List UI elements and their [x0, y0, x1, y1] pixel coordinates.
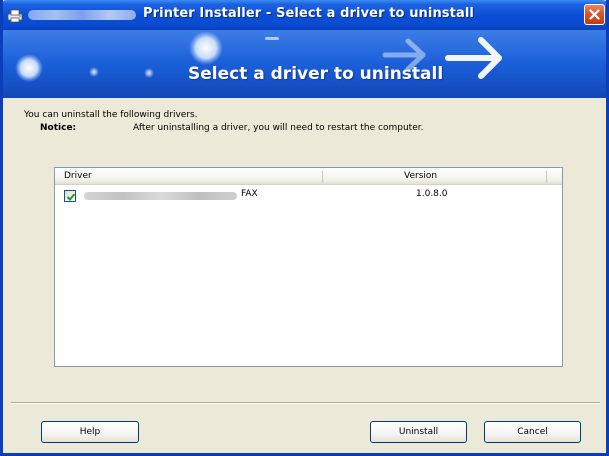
driver-name-redacted: [84, 192, 237, 200]
footer-divider: [11, 402, 600, 404]
title-bar[interactable]: Printer Installer - Select a driver to u…: [3, 0, 606, 30]
notice-row: Notice: After uninstalling a driver, you …: [40, 123, 423, 133]
list-header: Driver Version: [55, 168, 562, 185]
header-banner: Select a driver to uninstall: [3, 30, 606, 98]
column-header-version[interactable]: Version: [404, 168, 437, 185]
driver-checkbox[interactable]: [64, 190, 76, 202]
column-separator[interactable]: [322, 171, 323, 183]
printer-icon: [7, 7, 23, 23]
column-header-driver[interactable]: Driver: [64, 168, 92, 185]
title-redacted-name: [28, 10, 136, 20]
notice-label: Notice:: [40, 123, 77, 133]
window-title: Printer Installer - Select a driver to u…: [143, 6, 474, 21]
help-button[interactable]: Help: [41, 421, 139, 443]
banner-title: Select a driver to uninstall: [188, 64, 444, 84]
list-item[interactable]: FAX 1.0.8.0: [55, 188, 562, 203]
intro-text: You can uninstall the following drivers.: [24, 110, 198, 120]
uninstall-button[interactable]: Uninstall: [370, 421, 467, 443]
checkmark-icon: [66, 193, 76, 201]
close-icon: [589, 9, 600, 20]
notice-text: After uninstalling a driver, you will ne…: [133, 123, 424, 133]
driver-list[interactable]: Driver Version FAX 1.0.8.0: [54, 167, 563, 367]
driver-name-suffix: FAX: [241, 189, 258, 199]
installer-window: Printer Installer - Select a driver to u…: [0, 0, 609, 456]
column-separator[interactable]: [546, 171, 547, 183]
cancel-button[interactable]: Cancel: [484, 421, 581, 443]
driver-version: 1.0.8.0: [416, 189, 448, 199]
close-button[interactable]: [584, 4, 605, 25]
